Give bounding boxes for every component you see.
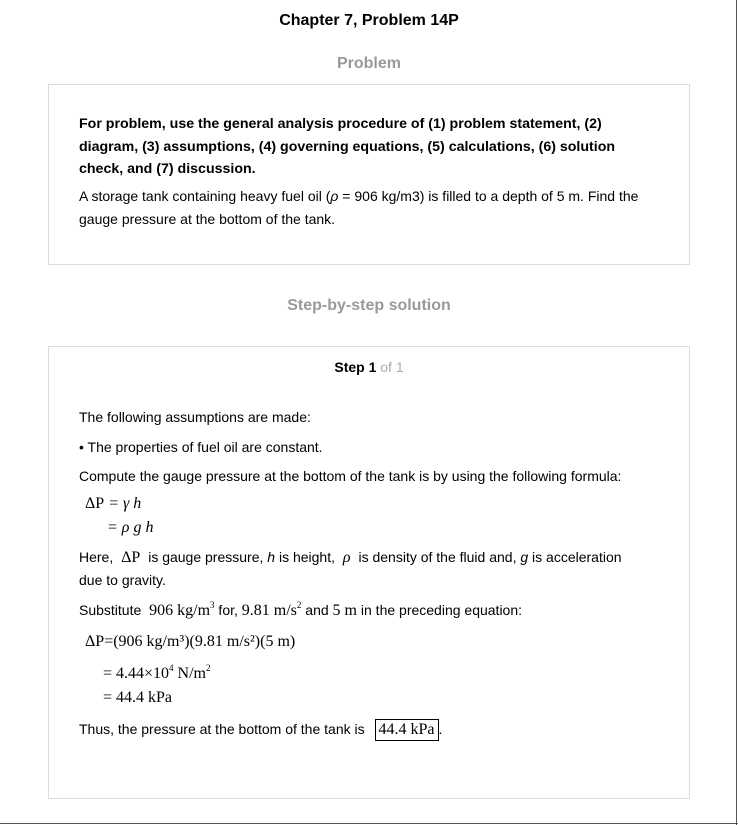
page-title: Chapter 7, Problem 14P [279, 12, 459, 29]
problem-box: For problem, use the general analysis pr… [48, 84, 690, 265]
substitute-text: Substitute 906 kg/m3 for, 9.81 m/s2 and … [79, 600, 523, 619]
here-explanation-cont: due to gravity. [79, 572, 166, 588]
calc-line-1: ΔP=(906 kg/m³)(9.81 m/s²)(5 m) [85, 633, 296, 650]
frame-right-edge [736, 0, 737, 825]
problem-statement: A storage tank containing heavy fuel oil… [79, 188, 639, 227]
frame-bottom-edge [0, 823, 738, 824]
step-of: of 1 [376, 359, 404, 375]
answer-box: 44.4 kPa [374, 719, 439, 741]
here-explanation: Here, ΔP is gauge pressure, h is height,… [79, 549, 622, 566]
formula-line-1: ΔP = γ h [85, 495, 142, 512]
compute-text: Compute the gauge pressure at the bottom… [79, 468, 622, 484]
solution-box: Step 1 of 1 The following assumptions ar… [48, 346, 690, 799]
solution-heading: Step-by-step solution [287, 297, 451, 314]
calc-line-3: = 44.4 kPa [103, 689, 173, 706]
problem-instruction: For problem, use the general analysis pr… [79, 116, 616, 177]
step-header: Step 1 of 1 [49, 359, 689, 375]
assumptions-intro: The following assumptions are made: [79, 409, 311, 425]
calc-line-2: = 4.44×104 N/m2 [103, 663, 211, 682]
conclusion: Thus, the pressure at the bottom of the … [79, 719, 442, 741]
formula-line-2: = ρ g h [107, 519, 154, 536]
problem-heading: Problem [336, 55, 401, 72]
step-label: Step 1 [334, 359, 377, 375]
assumption-item: • The properties of fuel oil are constan… [79, 439, 323, 455]
